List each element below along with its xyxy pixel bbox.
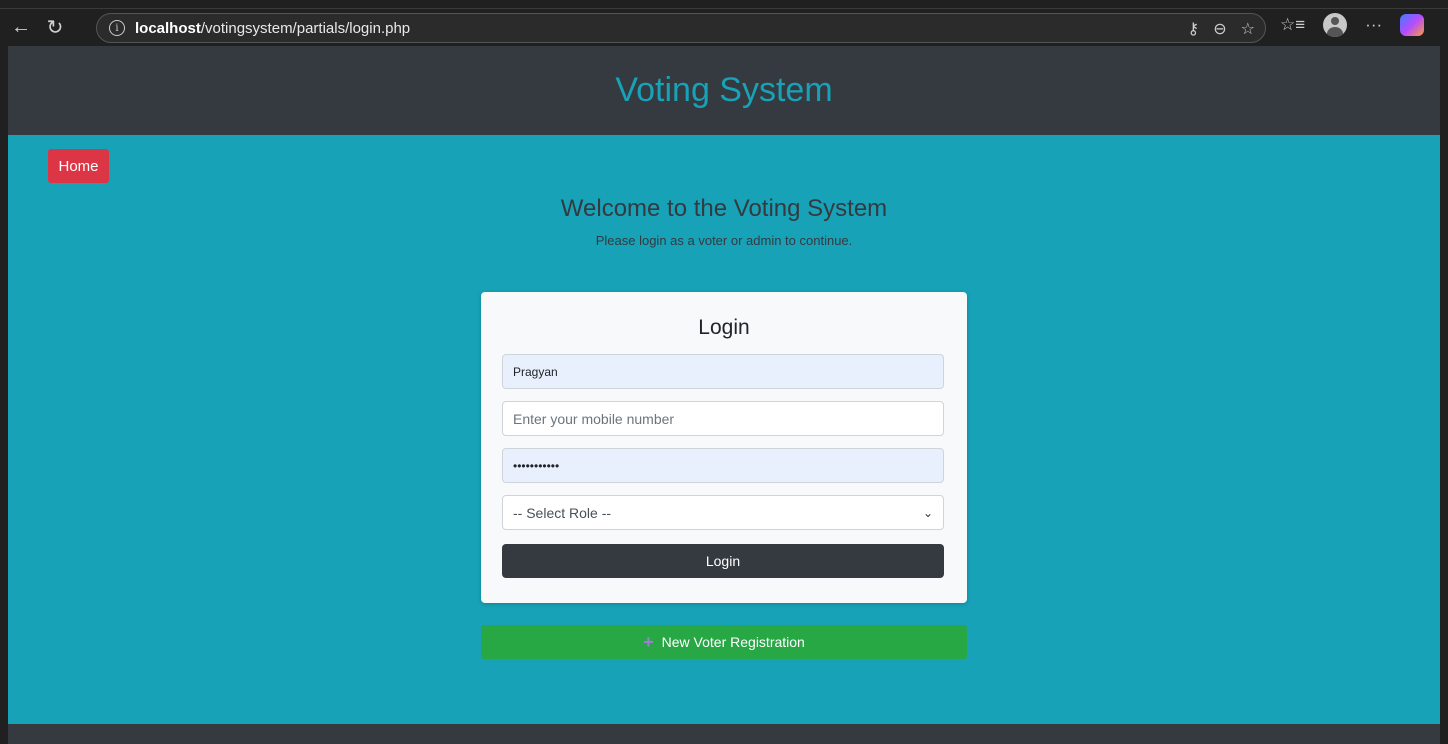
key-icon[interactable]: ⚷ xyxy=(1188,19,1200,39)
favorites-list-icon[interactable]: ☆≡ xyxy=(1280,15,1305,35)
back-arrow-icon[interactable]: ← xyxy=(4,11,38,45)
login-card: Login Pragyan Enter your mobile number •… xyxy=(481,292,967,603)
refresh-icon[interactable]: ↻ xyxy=(38,11,72,45)
main-content: Home Welcome to the Voting System Please… xyxy=(8,135,1440,724)
site-title: Voting System xyxy=(615,71,833,109)
password-value: ••••••••••• xyxy=(513,458,560,473)
plus-icon: + xyxy=(643,631,654,652)
window-border-right xyxy=(1440,46,1448,744)
browser-top-strip xyxy=(0,0,1448,8)
role-selected-value: -- Select Role -- xyxy=(513,504,612,521)
role-select[interactable]: -- Select Role -- ⌄ xyxy=(502,495,944,530)
more-menu-icon[interactable]: ··· xyxy=(1365,15,1382,35)
browser-toolbar: ← ↻ i localhost/votingsystem/partials/lo… xyxy=(0,8,1448,46)
home-button[interactable]: Home xyxy=(48,149,109,183)
page-footer-strip xyxy=(8,724,1440,744)
favorite-star-icon[interactable]: ☆ xyxy=(1241,19,1255,39)
page: Voting System Home Welcome to the Voting… xyxy=(8,46,1440,724)
login-button[interactable]: Login xyxy=(502,544,944,578)
login-title: Login xyxy=(698,316,750,339)
site-info-icon[interactable]: i xyxy=(109,20,125,36)
copilot-icon[interactable] xyxy=(1400,14,1425,36)
zoom-icon[interactable]: ⊖ xyxy=(1213,19,1226,39)
address-bar[interactable]: i localhost/votingsystem/partials/login.… xyxy=(96,13,1266,43)
profile-avatar-icon[interactable] xyxy=(1323,13,1348,37)
welcome-heading: Welcome to the Voting System xyxy=(560,195,888,222)
password-input[interactable]: ••••••••••• xyxy=(502,448,944,483)
mobile-placeholder: Enter your mobile number xyxy=(513,410,675,427)
chevron-down-icon: ⌄ xyxy=(922,505,933,520)
username-value: Pragyan xyxy=(513,364,558,379)
username-input[interactable]: Pragyan xyxy=(502,354,944,389)
window-border-left xyxy=(0,46,8,744)
welcome-subtext: Please login as a voter or admin to cont… xyxy=(595,233,853,248)
new-voter-registration-button[interactable]: + New Voter Registration xyxy=(481,625,967,659)
site-header: Voting System xyxy=(8,46,1440,135)
registration-label: New Voter Registration xyxy=(661,634,805,650)
welcome-section: Welcome to the Voting System Please logi… xyxy=(8,195,1440,248)
url-text: localhost/votingsystem/partials/login.ph… xyxy=(135,19,411,37)
mobile-input[interactable]: Enter your mobile number xyxy=(502,401,944,436)
